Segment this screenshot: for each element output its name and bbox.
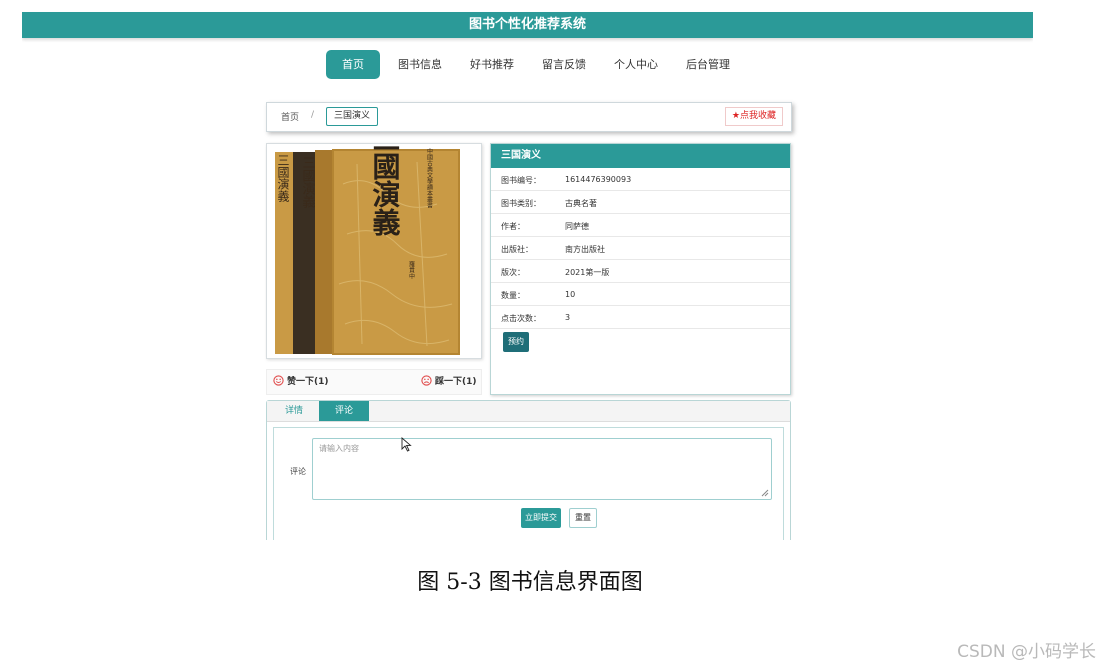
info-key: 出版社： (501, 245, 533, 254)
app-title-bar: 图书个性化推荐系统 (22, 12, 1033, 38)
tabs-header: 详情 评论 (267, 401, 790, 422)
info-value: 南方出版社 (565, 245, 605, 254)
sad-face-icon (421, 375, 432, 386)
cover-spine-title: 三國演義 (300, 156, 316, 208)
nav-item-book-info[interactable]: 图书信息 (384, 50, 456, 79)
cover-author: 羅貫中 (408, 261, 415, 280)
comment-form: 评论 请输入内容 立即提交 重置 (273, 427, 784, 540)
info-key: 版次： (501, 268, 525, 277)
info-row-publisher: 出版社： 南方出版社 (491, 237, 790, 260)
book-cover: 三國演義 三國演義 三國演義 中國古典文學讀本叢書 羅貫中 (266, 124, 482, 359)
info-key: 数量： (501, 291, 525, 300)
reset-button[interactable]: 重置 (569, 508, 597, 528)
info-row-quantity: 数量： 10 (491, 283, 790, 306)
info-row-category: 图书类别： 古典名著 (491, 191, 790, 214)
nav-item-profile[interactable]: 个人中心 (600, 50, 672, 79)
mouse-cursor-icon (401, 437, 412, 452)
favorite-button[interactable]: ★点我收藏 (724, 107, 783, 126)
tab-comments[interactable]: 评论 (319, 401, 369, 421)
breadcrumb-home[interactable]: 首页 (281, 110, 299, 123)
info-row-edition: 版次： 2021第一版 (491, 260, 790, 283)
info-value: 3 (565, 313, 571, 322)
breadcrumb-current: 三国演义 (326, 107, 379, 126)
detail-tabs-panel: 详情 评论 评论 请输入内容 立即提交 重置 (266, 400, 791, 540)
nav-item-admin[interactable]: 后台管理 (672, 50, 744, 79)
info-value: 2021第一版 (565, 268, 610, 277)
cover-title: 三國演義 (369, 144, 402, 236)
nav-item-home[interactable]: 首页 (326, 50, 380, 79)
screenshot-area: 图书个性化推荐系统 首页 图书信息 好书推荐 留言反馈 个人中心 后台管理 首页… (22, 0, 1033, 540)
info-value: 1614476390093 (565, 175, 632, 184)
info-row-author: 作者： 同萨德 (491, 214, 790, 237)
smile-face-icon (273, 375, 284, 386)
nav-item-feedback[interactable]: 留言反馈 (528, 50, 600, 79)
app-title: 图书个性化推荐系统 (468, 17, 586, 32)
like-label: 赞一下(1) (287, 377, 329, 387)
info-value: 10 (565, 290, 576, 299)
dislike-label: 踩一下(1) (435, 377, 477, 387)
submit-button[interactable]: 立即提交 (521, 508, 561, 528)
info-row-id: 图书编号： 1614476390093 (491, 168, 790, 191)
book-info-title: 三国演义 (491, 144, 790, 168)
comment-placeholder: 请输入内容 (319, 444, 359, 453)
info-value: 同萨德 (565, 222, 589, 231)
main-nav: 首页 图书信息 好书推荐 留言反馈 个人中心 后台管理 (326, 50, 744, 79)
book-cover-image: 三國演義 三國演義 三國演義 中國古典文學讀本叢書 羅貫中 (275, 124, 460, 355)
watermark: CSDN @小码学长 (957, 642, 1096, 662)
cover-series: 中國古典文學讀本叢書 (426, 147, 433, 209)
info-key: 作者： (501, 222, 525, 231)
star-icon: ★ (731, 111, 740, 121)
info-key: 图书类别： (501, 199, 541, 208)
comment-textarea[interactable]: 请输入内容 (312, 438, 772, 500)
figure-caption: 图 5-3 图书信息界面图 (417, 570, 643, 595)
info-key: 点击次数： (501, 314, 541, 323)
favorite-label: 点我收藏 (739, 111, 776, 121)
dislike-button[interactable]: 踩一下(1) (421, 374, 477, 387)
breadcrumb-separator: / (311, 110, 315, 120)
tab-details[interactable]: 详情 (269, 401, 319, 421)
like-button[interactable]: 赞一下(1) (273, 374, 329, 387)
vote-bar: 赞一下(1) 踩一下(1) (266, 369, 482, 395)
reserve-button[interactable]: 预约 (503, 332, 529, 352)
book-info-panel: 三国演义 图书编号： 1614476390093 图书类别： 古典名著 作者： 同萨德… (490, 143, 791, 395)
info-value: 古典名著 (565, 199, 597, 208)
info-key: 图书编号： (501, 176, 541, 185)
nav-item-recommend[interactable]: 好书推荐 (456, 50, 528, 79)
breadcrumb: 首页 / 三国演义 ★点我收藏 (266, 102, 792, 132)
resize-grip-icon[interactable] (761, 489, 769, 497)
comment-label: 评论 (290, 467, 306, 476)
info-row-clicks: 点击次数： 3 (491, 306, 790, 329)
cover-edge-title: 三國演義 (276, 154, 290, 202)
